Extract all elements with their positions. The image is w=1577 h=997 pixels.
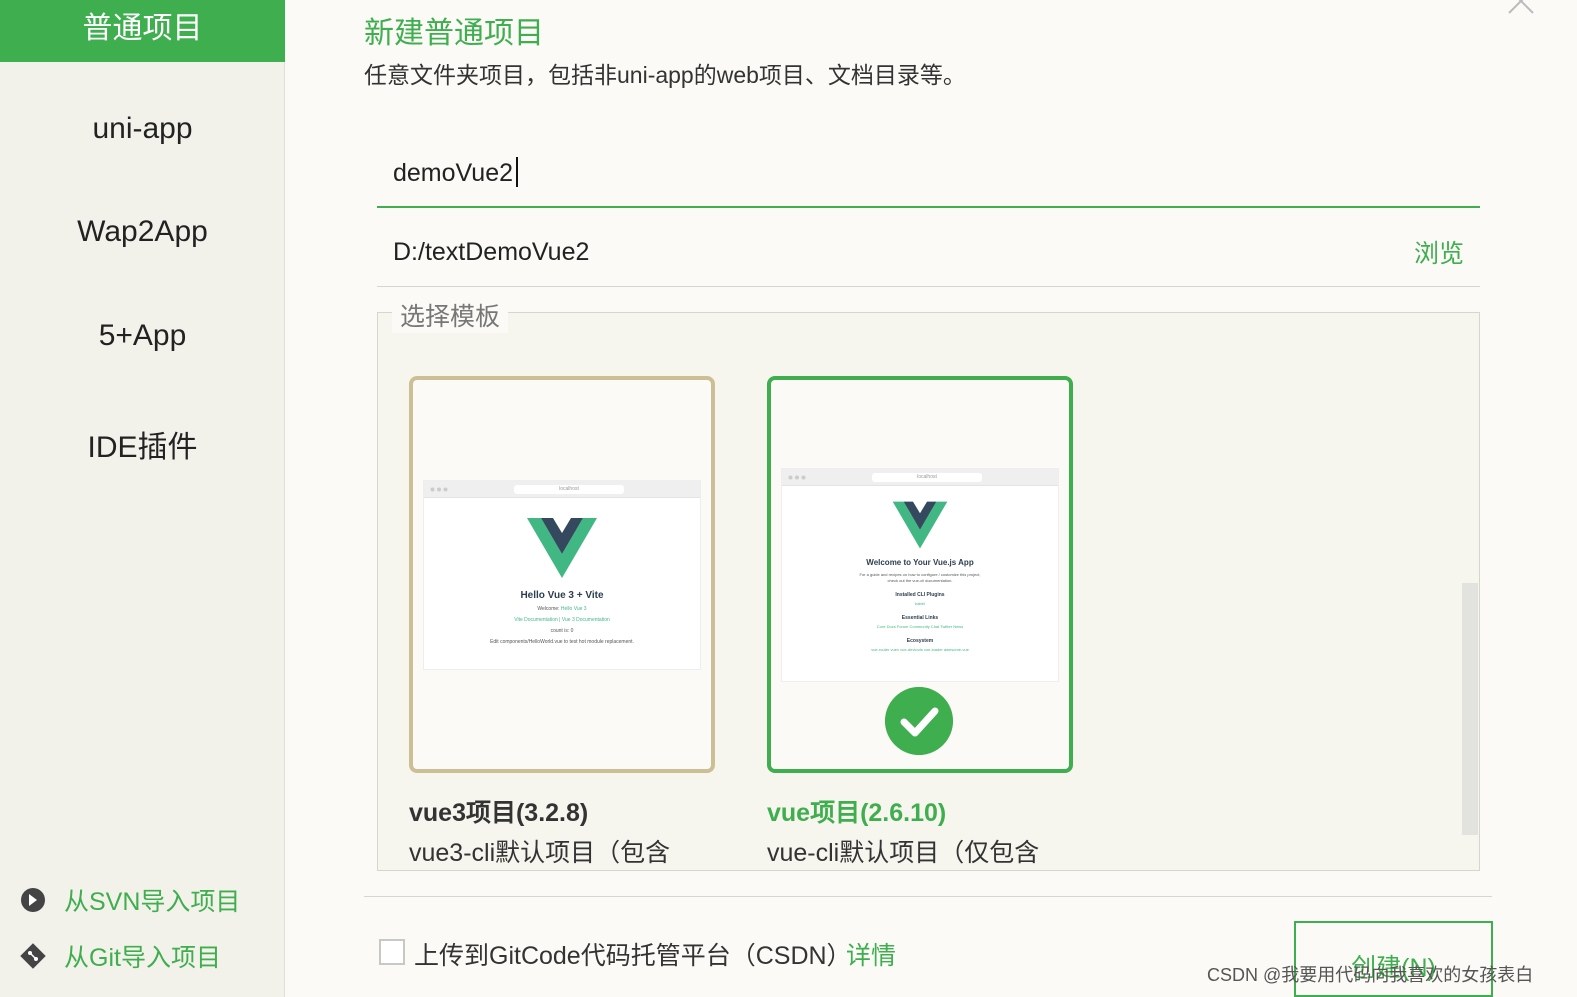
sidebar-item-normal-project[interactable]: 普通项目 (0, 0, 285, 62)
template-desc-vue3: vue3-cli默认项目（包含 (409, 839, 671, 867)
preview-section-heading: Essential Links (901, 615, 939, 621)
page-subtitle: 任意文件夹项目，包括非uni-app的web项目、文档目录等。 (364, 62, 966, 88)
preview-line: check out the vue-cli documentation. (887, 578, 953, 583)
template-title-vue2: vue项目(2.6.10) (767, 799, 947, 827)
preview-heading: Hello Vue 3 + Vite (520, 590, 604, 601)
import-svn-link[interactable]: 从SVN导入项目 (20, 882, 240, 918)
preview-links: Core Docs Forum Community Chat Twitter N… (876, 624, 964, 629)
import-svn-label: 从SVN导入项目 (64, 888, 241, 916)
template-preview: localhost Hello Vue 3 + Vite Welcome: He… (423, 480, 701, 670)
preview-line: Edit components/HelloWorld.vue to test h… (490, 639, 634, 645)
details-link[interactable]: 详情 (846, 936, 896, 972)
browse-button[interactable]: 浏览 (1414, 234, 1464, 270)
close-icon[interactable] (1506, 0, 1536, 16)
import-git-link[interactable]: 从Git导入项目 (20, 938, 221, 974)
location-input[interactable] (377, 220, 1357, 284)
preview-section-heading: Ecosystem (906, 638, 934, 644)
template-title-vue3: vue3项目(3.2.8) (409, 799, 589, 827)
template-scrollbar[interactable] (1462, 583, 1478, 835)
template-card-vue2[interactable]: localhost Welcome to Your Vue.js App For… (767, 376, 1073, 773)
preview-line: For a guide and recipes on how to config… (859, 572, 981, 577)
sidebar-item-uni-app[interactable]: uni-app (0, 112, 285, 146)
template-desc-vue2: vue-cli默认项目（仅包含 (767, 839, 1040, 867)
browser-url: localhost (872, 473, 982, 482)
template-legend: 选择模板 (392, 297, 509, 333)
preview-line: Welcome: Hello Vue 3 (537, 606, 587, 612)
preview-line: Vite Documentation | Vue 3 Documentation (514, 617, 610, 623)
preview-links: babel (915, 601, 925, 606)
window-dots-icon (430, 487, 448, 492)
preview-links: vue-router vuex vue-devtools vue-loader … (871, 647, 969, 652)
footer-divider (364, 896, 1492, 897)
preview-line: count is: 0 (550, 628, 574, 634)
watermark: CSDN @我要用代码向我喜欢的女孩表白 (1207, 965, 1534, 985)
browser-toolbar: localhost (424, 481, 700, 498)
sidebar-item-wap2app[interactable]: Wap2App (0, 215, 285, 249)
text-caret (516, 157, 518, 187)
sidebar: 普通项目 uni-app Wap2App 5+App IDE插件 从SVN导入项… (0, 0, 285, 997)
location-row: 浏览 (377, 220, 1480, 287)
preview-section-heading: Installed CLI Plugins (895, 592, 945, 598)
upload-checkbox[interactable] (379, 939, 405, 965)
page-title: 新建普通项目 (364, 17, 544, 50)
template-group: localhost Hello Vue 3 + Vite Welcome: He… (377, 312, 1480, 871)
browser-url: localhost (514, 485, 624, 494)
import-git-label: 从Git导入项目 (64, 944, 221, 972)
sidebar-item-ide-plugin[interactable]: IDE插件 (0, 422, 285, 466)
template-card-vue3[interactable]: localhost Hello Vue 3 + Vite Welcome: He… (409, 376, 715, 773)
preview-heading: Welcome to Your Vue.js App (866, 558, 974, 567)
project-name-input[interactable] (377, 140, 1480, 208)
selected-check-icon (885, 687, 953, 755)
upload-label: 上传到GitCode代码托管平台（CSDN） (414, 942, 852, 970)
sidebar-item-5plus-app[interactable]: 5+App (0, 319, 285, 353)
window-dots-icon (788, 475, 806, 480)
git-icon (20, 943, 46, 969)
svn-icon (21, 888, 45, 912)
browser-toolbar: localhost (782, 469, 1058, 486)
vue-logo-icon (892, 501, 948, 549)
vue-logo-icon (527, 518, 597, 578)
template-preview: localhost Welcome to Your Vue.js App For… (781, 468, 1059, 682)
